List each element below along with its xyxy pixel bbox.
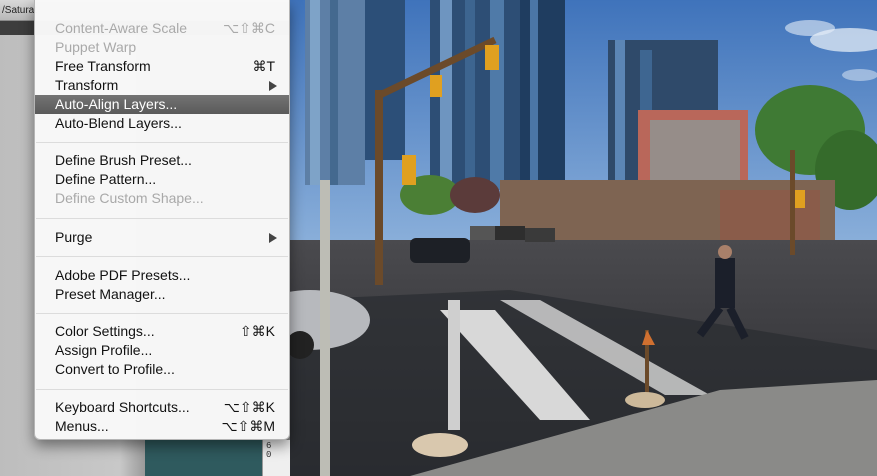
panel-swatch [145,440,263,476]
menu-item-define-pattern[interactable]: Define Pattern... [35,170,289,189]
menu-separator [36,389,288,390]
menu-item-convert-to-profile[interactable]: Convert to Profile... [35,360,289,379]
menu-item-label: Purge [55,229,93,245]
menu-item-label: Color Settings... [55,323,155,339]
menu-item-shortcut: ⌥⇧⌘C [223,20,275,36]
menu-item-free-transform[interactable]: Free Transform ⌘T [35,57,289,76]
document-canvas-photo[interactable] [290,0,877,476]
ruler-label: 60 [266,441,272,460]
menu-item-color-settings[interactable]: Color Settings... ⇧⌘K [35,322,289,341]
menu-item-label: Puppet Warp [55,39,137,55]
menu-separator [36,218,288,219]
menu-item-label: Keyboard Shortcuts... [55,399,190,415]
submenu-arrow-icon [269,81,277,91]
menu-item-label: Transform [55,77,119,93]
menu-item-purge[interactable]: Purge [35,228,289,247]
menu-item-label: Convert to Profile... [55,361,175,377]
menu-item-label: Assign Profile... [55,342,153,358]
menu-item-label: Adobe PDF Presets... [55,267,191,283]
menu-item-keyboard-shortcuts[interactable]: Keyboard Shortcuts... ⌥⇧⌘K [35,398,289,417]
menu-item-shortcut: ⌥⇧⌘M [221,418,275,434]
menu-item-label: Auto-Align Layers... [55,96,178,112]
menu-item-menus[interactable]: Menus... ⌥⇧⌘M [35,417,289,436]
menu-separator [36,313,288,314]
vertical-ruler: 60 [262,440,291,476]
menu-item-define-custom-shape[interactable]: Define Custom Shape... [35,189,289,208]
menu-item-label: Content-Aware Scale [55,20,188,36]
menu-item-define-brush-preset[interactable]: Define Brush Preset... [35,151,289,170]
menu-item-label: Define Pattern... [55,171,157,187]
menu-item-label: Auto-Blend Layers... [55,115,182,131]
menu-item-shortcut: ⇧⌘K [239,323,275,339]
menu-item-adobe-pdf-presets[interactable]: Adobe PDF Presets... [35,266,289,285]
menu-item-content-aware-scale[interactable]: Content-Aware Scale ⌥⇧⌘C [35,19,289,38]
menu-item-label: Define Brush Preset... [55,152,192,168]
menu-item-label: Free Transform [55,58,151,74]
menu-item-assign-profile[interactable]: Assign Profile... [35,341,289,360]
menu-item-shortcut: ⌘T [252,58,275,74]
menu-separator [36,256,288,257]
street-scene-image [290,0,877,476]
menu-item-auto-align-layers[interactable]: Auto-Align Layers... [35,95,289,114]
menu-item-auto-blend-layers[interactable]: Auto-Blend Layers... [35,114,289,133]
menu-item-shortcut: ⌥⇧⌘K [223,399,275,415]
edit-menu-dropdown: Content-Aware Scale ⌥⇧⌘C Puppet Warp Fre… [34,0,290,440]
document-tab-label: /Saturat [2,5,38,16]
menu-item-puppet-warp[interactable]: Puppet Warp [35,38,289,57]
menu-item-label: Preset Manager... [55,286,166,302]
menu-separator [36,142,288,143]
submenu-arrow-icon [269,233,277,243]
menu-item-preset-manager[interactable]: Preset Manager... [35,285,289,304]
menu-item-transform[interactable]: Transform [35,76,289,95]
menu-item-label: Menus... [55,418,109,434]
menu-item-label: Define Custom Shape... [55,190,204,206]
